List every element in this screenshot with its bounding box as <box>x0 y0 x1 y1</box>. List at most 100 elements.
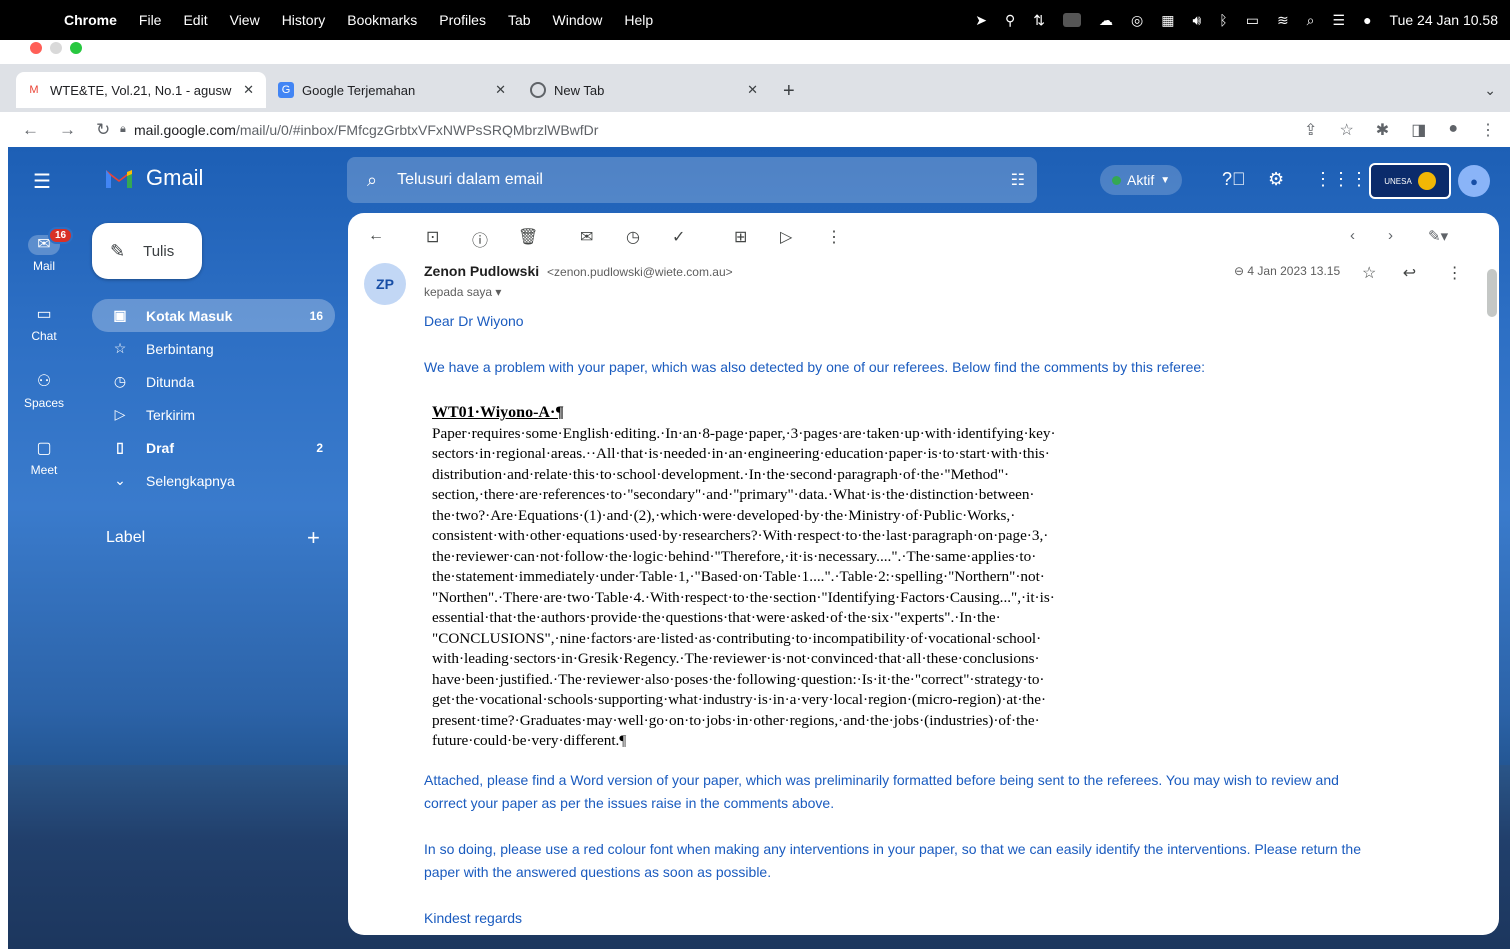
display-icon[interactable]: ▦ <box>1161 12 1174 29</box>
wifi-icon[interactable]: ≋ <box>1277 12 1289 29</box>
bluetooth-icon[interactable]: ᛒ <box>1219 12 1227 28</box>
network-icon[interactable]: ⇅ <box>1033 12 1045 29</box>
bookmark-star-icon[interactable]: ☆ <box>1339 120 1353 140</box>
create-label-button[interactable]: + <box>307 525 320 551</box>
share-icon[interactable]: ⇪ <box>1304 120 1317 140</box>
organization-badge[interactable]: UNESA <box>1369 163 1451 199</box>
profile-avatar[interactable]: ● <box>1448 120 1458 140</box>
battery-icon[interactable]: ▭ <box>1246 12 1259 29</box>
older-message-icon[interactable]: › <box>1388 227 1393 244</box>
lock-icon[interactable]: 🔒︎ <box>120 123 126 136</box>
search-options-icon[interactable]: ☷ <box>1011 170 1025 190</box>
compose-button[interactable]: ✎ Tulis <box>92 223 202 279</box>
siri-icon[interactable]: ● <box>1363 12 1371 28</box>
account-avatar[interactable]: ● <box>1458 165 1490 197</box>
menu-bookmarks[interactable]: Bookmarks <box>347 12 417 28</box>
menu-history[interactable]: History <box>282 12 326 28</box>
tab-new-tab[interactable]: New Tab ✕ <box>520 72 770 108</box>
referee-comments-title: WT01·Wiyono-A·¶ <box>432 404 564 421</box>
close-window-button[interactable] <box>30 42 42 54</box>
apps-grid-icon[interactable]: ⋮⋮⋮ <box>1314 169 1368 190</box>
reply-icon[interactable]: ↩ <box>1403 265 1416 282</box>
reload-icon[interactable]: ↻ <box>96 120 110 140</box>
mac-menubar: Chrome File Edit View History Bookmarks … <box>0 0 1510 40</box>
camera-icon[interactable]: ◎ <box>1131 12 1143 29</box>
snooze-icon[interactable]: ◷ <box>626 227 640 247</box>
close-tab-icon[interactable]: ✕ <box>747 82 758 98</box>
minimize-window-button[interactable] <box>50 42 62 54</box>
address-bar-row: ← → ↻ 🔒︎ mail.google.com/mail/u/0/#inbox… <box>0 112 1510 147</box>
menubar-datetime[interactable]: Tue 24 Jan 10.58 <box>1390 12 1498 28</box>
search-icon[interactable]: ⌕ <box>367 170 377 191</box>
tab-translate[interactable]: G Google Terjemahan ✕ <box>268 72 518 108</box>
recipient-details[interactable]: kepada saya ▾ <box>424 285 501 299</box>
nav-item-inbox[interactable]: ▣ Kotak Masuk 16 <box>92 299 335 332</box>
search-bar[interactable]: ⌕ Telusuri dalam email ☷ <box>347 157 1037 203</box>
rail-meet[interactable]: ▢ Meet <box>8 439 80 477</box>
menu-edit[interactable]: Edit <box>183 12 207 28</box>
main-menu-icon[interactable]: ☰ <box>33 169 51 194</box>
rail-chat[interactable]: ▭ Chat <box>8 305 80 343</box>
menu-help[interactable]: Help <box>624 12 653 28</box>
new-tab-button[interactable]: + <box>783 80 795 103</box>
label-icon[interactable]: ▷ <box>780 227 792 247</box>
forward-icon[interactable]: → <box>59 120 76 140</box>
help-icon[interactable]: ?⃝ <box>1222 169 1246 190</box>
nav-item-more[interactable]: ⌄ Selengkapnya <box>92 464 335 497</box>
nav-item-drafts[interactable]: ▯ Draf 2 <box>92 431 335 464</box>
volume-icon[interactable]: 🔊︎ <box>1192 12 1201 29</box>
menu-file[interactable]: File <box>139 12 162 28</box>
org-name: UNESA <box>1384 176 1412 186</box>
newer-message-icon[interactable]: ‹ <box>1350 227 1355 244</box>
nav-item-starred[interactable]: ☆ Berbintang <box>92 332 335 365</box>
star-message-icon[interactable]: ☆ <box>1362 265 1376 282</box>
menu-view[interactable]: View <box>230 12 260 28</box>
menu-profiles[interactable]: Profiles <box>439 12 486 28</box>
nav-item-sent[interactable]: ▷ Terkirim <box>92 398 335 431</box>
menu-app[interactable]: Chrome <box>64 12 117 28</box>
close-tab-icon[interactable]: ✕ <box>243 82 254 98</box>
url-field[interactable]: mail.google.com/mail/u/0/#inbox/FMfcgzGr… <box>134 122 598 138</box>
sender[interactable]: Zenon Pudlowski <zenon.pudlowski@wiete.c… <box>424 263 733 279</box>
sender-avatar[interactable]: ZP <box>364 263 406 305</box>
settings-gear-icon[interactable]: ⚙ <box>1268 169 1284 190</box>
extensions-icon[interactable]: ✱ <box>1376 120 1389 140</box>
tab-search-icon[interactable]: ⌄ <box>1484 82 1496 99</box>
cloud-icon[interactable]: ☁ <box>1099 12 1113 29</box>
quote-line: with·leading·sectors·in·Gresik·Regency.·… <box>432 650 1040 667</box>
quote-line: the·reviewer·can·not·follow·the·logic·be… <box>432 547 1037 565</box>
app-status-icon[interactable] <box>1063 13 1082 27</box>
more-actions-icon[interactable]: ⋮ <box>826 227 842 247</box>
tab-gmail[interactable]: M WTE&TE, Vol.21, No.1 - agusw ✕ <box>16 72 266 108</box>
browser-menu-icon[interactable]: ⋮ <box>1480 120 1496 140</box>
tab-strip: M WTE&TE, Vol.21, No.1 - agusw ✕ G Googl… <box>0 64 1510 112</box>
menu-tab[interactable]: Tab <box>508 12 531 28</box>
back-icon[interactable]: ← <box>22 120 39 140</box>
nav-item-snoozed[interactable]: ◷ Ditunda <box>92 365 335 398</box>
rail-spaces[interactable]: ⚇ Spaces <box>8 372 80 410</box>
input-tools-icon[interactable]: ✎▾ <box>1428 227 1448 245</box>
mark-unread-icon[interactable]: ✉ <box>580 227 593 247</box>
rail-label: Mail <box>32 259 55 273</box>
search-input[interactable]: Telusuri dalam email <box>397 171 543 189</box>
menu-window[interactable]: Window <box>553 12 603 28</box>
message-more-icon[interactable]: ⋮ <box>1447 265 1463 282</box>
zoom-window-button[interactable] <box>70 42 82 54</box>
side-panel-icon[interactable]: ◨ <box>1411 120 1426 140</box>
control-center-icon[interactable]: ☰ <box>1333 12 1346 29</box>
location-icon[interactable]: ➤ <box>975 12 987 29</box>
back-to-inbox-icon[interactable]: ← <box>368 227 384 245</box>
status-dropdown[interactable]: Aktif ▼ <box>1100 165 1183 195</box>
gmail-logo[interactable]: Gmail <box>104 165 203 191</box>
close-tab-icon[interactable]: ✕ <box>495 82 506 98</box>
archive-icon[interactable]: ⊡ <box>426 227 439 247</box>
move-to-icon[interactable]: ⊞ <box>734 227 747 247</box>
message-scrollbar[interactable] <box>1487 269 1497 317</box>
report-spam-icon[interactable]: ⓘ <box>472 227 488 251</box>
clock-icon: ◷ <box>113 373 127 389</box>
delete-icon[interactable]: 🗑︎ <box>518 227 538 247</box>
spotlight-icon[interactable]: ⌕ <box>1307 12 1315 29</box>
translate-icon: G <box>278 82 294 98</box>
add-to-tasks-icon[interactable]: ✓ <box>672 227 685 247</box>
extension-icon[interactable]: ⚲ <box>1005 12 1015 29</box>
